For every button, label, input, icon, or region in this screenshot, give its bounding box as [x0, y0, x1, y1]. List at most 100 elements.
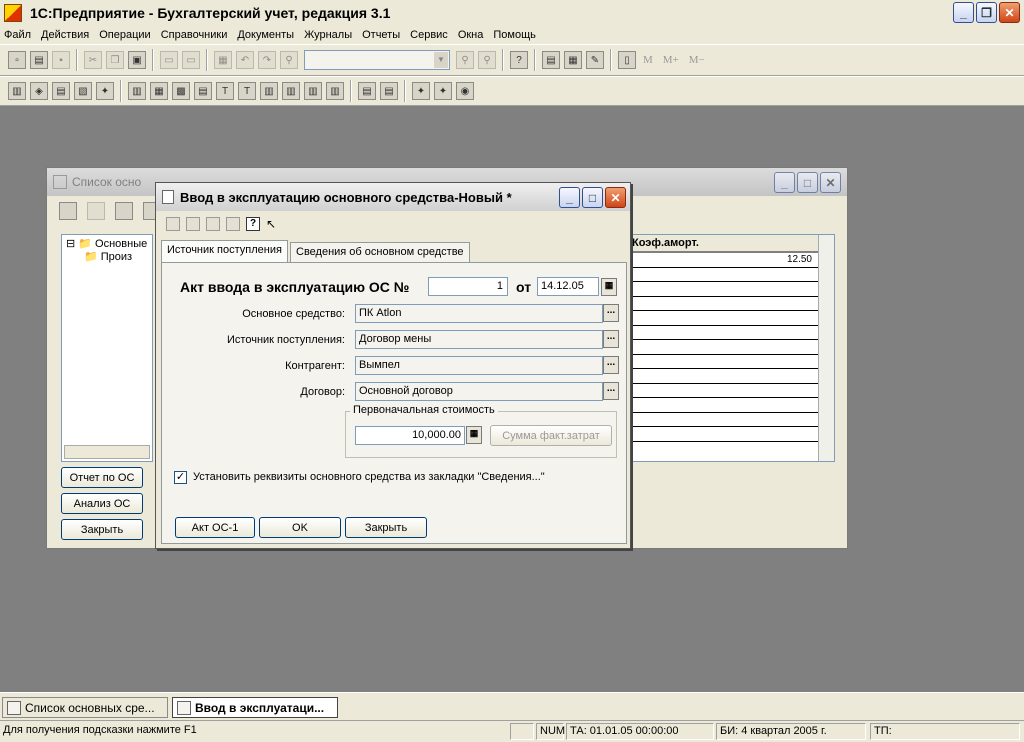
dialog-minimize-icon[interactable]: _	[559, 187, 580, 208]
counterparty-field[interactable]: Вымпел	[355, 356, 603, 375]
contract-field[interactable]: Основной договор	[355, 382, 603, 401]
dialog-tool-4-icon[interactable]	[226, 217, 240, 231]
list-close-button[interactable]: Закрыть	[61, 519, 143, 540]
menu-service[interactable]: Сервис	[410, 29, 448, 41]
report-2-icon[interactable]: ▦	[150, 82, 168, 100]
context-help-icon[interactable]: ↖	[266, 217, 280, 231]
restore-icon[interactable]: ❐	[976, 2, 997, 23]
calendar-icon[interactable]: ▦	[601, 278, 617, 296]
table-row[interactable]	[628, 297, 834, 311]
report-5-icon[interactable]: T	[216, 82, 234, 100]
os-analysis-button[interactable]: Анализ ОС	[61, 493, 143, 514]
print-icon[interactable]: ▭	[160, 51, 178, 69]
open-icon[interactable]: ▤	[30, 51, 48, 69]
operations-icon[interactable]: ▧	[74, 82, 92, 100]
table-row[interactable]	[628, 268, 834, 282]
help-icon[interactable]: ?	[510, 51, 528, 69]
list-tool-3-icon[interactable]	[115, 202, 133, 220]
table-row[interactable]	[628, 413, 834, 427]
invoice-icon[interactable]: ▤	[380, 82, 398, 100]
table-row[interactable]	[628, 384, 834, 398]
chart-icon[interactable]: ▥	[8, 82, 26, 100]
new-icon[interactable]: ▫	[8, 51, 26, 69]
subconto-icon[interactable]: ◈	[30, 82, 48, 100]
report-6-icon[interactable]: T	[238, 82, 256, 100]
set-attributes-checkbox[interactable]: ✓	[174, 471, 187, 484]
report-1-icon[interactable]: ▥	[128, 82, 146, 100]
close-button[interactable]: Закрыть	[345, 517, 427, 538]
taskbar-item-commissioning[interactable]: Ввод в эксплуатаци...	[172, 697, 338, 718]
minimize-icon[interactable]: _	[953, 2, 974, 23]
memory-button[interactable]: M	[643, 54, 653, 66]
menu-documents[interactable]: Документы	[237, 29, 294, 41]
save-icon[interactable]: ▪	[52, 51, 70, 69]
report-9-icon[interactable]: ▥	[304, 82, 322, 100]
dialog-maximize-icon[interactable]: □	[582, 187, 603, 208]
table-row[interactable]	[628, 398, 834, 413]
grid-header-amort[interactable]: Коэф.аморт.	[628, 235, 834, 253]
table-row[interactable]	[628, 282, 834, 297]
menu-journals[interactable]: Журналы	[304, 29, 352, 41]
tree-item-root[interactable]: ⊟ 📁 Основные	[62, 237, 152, 250]
memory-minus-button[interactable]: M−	[689, 54, 705, 66]
dialog-tool-1-icon[interactable]	[166, 217, 180, 231]
tab-os-info[interactable]: Сведения об основном средстве	[290, 242, 470, 262]
tree-horizontal-scrollbar[interactable]	[64, 445, 150, 459]
menu-operations[interactable]: Операции	[99, 29, 150, 41]
tab-source[interactable]: Источник поступления	[161, 240, 288, 262]
counterparty-select-icon[interactable]: ...	[603, 356, 619, 374]
menu-actions[interactable]: Действия	[41, 29, 89, 41]
actual-costs-button[interactable]: Сумма факт.затрат	[490, 425, 612, 446]
report-8-icon[interactable]: ▥	[282, 82, 300, 100]
calculator-icon[interactable]: ▦	[466, 426, 482, 444]
dialog-help-icon[interactable]: ?	[246, 217, 260, 231]
dialog-tool-3-icon[interactable]	[206, 217, 220, 231]
taskbar-item-os-list[interactable]: Список основных сре...	[2, 697, 168, 718]
search-next-icon[interactable]: ⚲	[456, 51, 474, 69]
payment-icon[interactable]: ▤	[358, 82, 376, 100]
grid-vertical-scrollbar[interactable]	[818, 235, 834, 461]
act-number-field[interactable]: 1	[428, 277, 508, 296]
list-minimize-icon[interactable]: _	[774, 172, 795, 193]
tool-1-icon[interactable]: ✦	[412, 82, 430, 100]
tree-item-child[interactable]: 📁 Произ	[62, 250, 152, 263]
tool-3-icon[interactable]: ◉	[456, 82, 474, 100]
edit-icon[interactable]: ✎	[586, 51, 604, 69]
list-tool-1-icon[interactable]	[59, 202, 77, 220]
os-grid[interactable]: Коэф.аморт. 12.50	[627, 234, 835, 462]
list-tool-2-icon[interactable]	[87, 202, 105, 220]
redo-icon[interactable]: ↷	[258, 51, 276, 69]
menu-windows[interactable]: Окна	[458, 29, 484, 41]
cost-field[interactable]: 10,000.00	[355, 426, 465, 445]
table-row[interactable]	[628, 340, 834, 355]
calculator-icon[interactable]: ▤	[542, 51, 560, 69]
copy-icon[interactable]: ❐	[106, 51, 124, 69]
properties-icon[interactable]: ▦	[214, 51, 232, 69]
asset-field[interactable]: ПК Atlon	[355, 304, 603, 323]
list-close-icon[interactable]: ✕	[820, 172, 841, 193]
memory-plus-button[interactable]: M+	[663, 54, 679, 66]
table-row[interactable]	[628, 369, 834, 384]
list-maximize-icon[interactable]: □	[797, 172, 818, 193]
table-row[interactable]	[628, 427, 834, 442]
table-row[interactable]: 12.50	[628, 253, 834, 268]
search-combo[interactable]	[304, 50, 450, 70]
find-icon[interactable]: ⚲	[280, 51, 298, 69]
os-tree[interactable]: ⊟ 📁 Основные 📁 Произ	[61, 234, 153, 462]
print-preview-icon[interactable]: ▭	[182, 51, 200, 69]
book-icon[interactable]: ▯	[618, 51, 636, 69]
menu-references[interactable]: Справочники	[161, 29, 228, 41]
calendar-icon[interactable]: ▦	[564, 51, 582, 69]
close-icon[interactable]: ✕	[999, 2, 1020, 23]
source-field[interactable]: Договор мены	[355, 330, 603, 349]
report-7-icon[interactable]: ▥	[260, 82, 278, 100]
menu-reports[interactable]: Отчеты	[362, 29, 400, 41]
replace-icon[interactable]: ⚲	[478, 51, 496, 69]
dialog-close-icon[interactable]: ✕	[605, 187, 626, 208]
menu-help[interactable]: Помощь	[493, 29, 536, 41]
journal-icon[interactable]: ▤	[52, 82, 70, 100]
dialog-tool-2-icon[interactable]	[186, 217, 200, 231]
contract-select-icon[interactable]: ...	[603, 382, 619, 400]
table-row[interactable]	[628, 326, 834, 340]
cut-icon[interactable]: ✂	[84, 51, 102, 69]
